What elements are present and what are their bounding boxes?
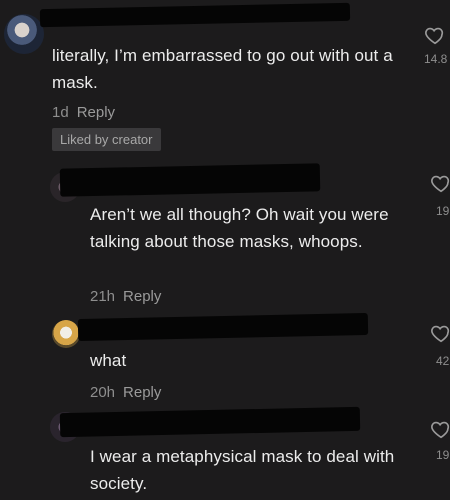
comment-text: what [90,351,127,370]
comment-1: literally, I’m embarrassed to go out wit… [0,0,450,170]
like-count: 42 [436,354,450,368]
heart-outline-icon[interactable] [430,322,450,344]
avatar[interactable] [4,14,44,54]
reply-button[interactable]: Reply [77,104,115,121]
heart-outline-icon[interactable] [424,24,446,46]
like-count: 19 [436,204,450,218]
comment-meta: 1d Reply [52,104,115,121]
redacted-username [77,312,369,342]
comment-meta: 20h Reply [90,384,161,401]
reply-button[interactable]: Reply [123,288,161,305]
like-count: 14.8 [424,52,448,66]
comment-4: I wear a metaphysical mask to deal with … [0,400,450,500]
comment-3: what 20h Reply 42 [0,310,450,405]
reply-button[interactable]: Reply [123,384,161,401]
like-count: 19 [436,448,450,462]
comment-2: Aren’t we all though? Oh wait you were t… [0,160,450,310]
comment-text: Aren’t we all though? Oh wait you were t… [90,205,389,251]
comment-text: literally, I’m embarrassed to go out wit… [52,46,393,92]
comment-time: 1d [52,104,69,121]
redacted-username [39,2,351,28]
heart-outline-icon[interactable] [430,172,450,194]
comment-time: 21h [90,288,116,305]
liked-by-creator-badge: Liked by creator [52,128,161,151]
comment-meta: 21h Reply [90,288,161,305]
heart-outline-icon[interactable] [430,418,450,440]
comment-time: 20h [90,384,116,401]
redacted-username [59,163,321,197]
avatar[interactable] [52,320,80,348]
redacted-username [59,406,361,438]
comment-text: I wear a metaphysical mask to deal with … [90,447,395,493]
